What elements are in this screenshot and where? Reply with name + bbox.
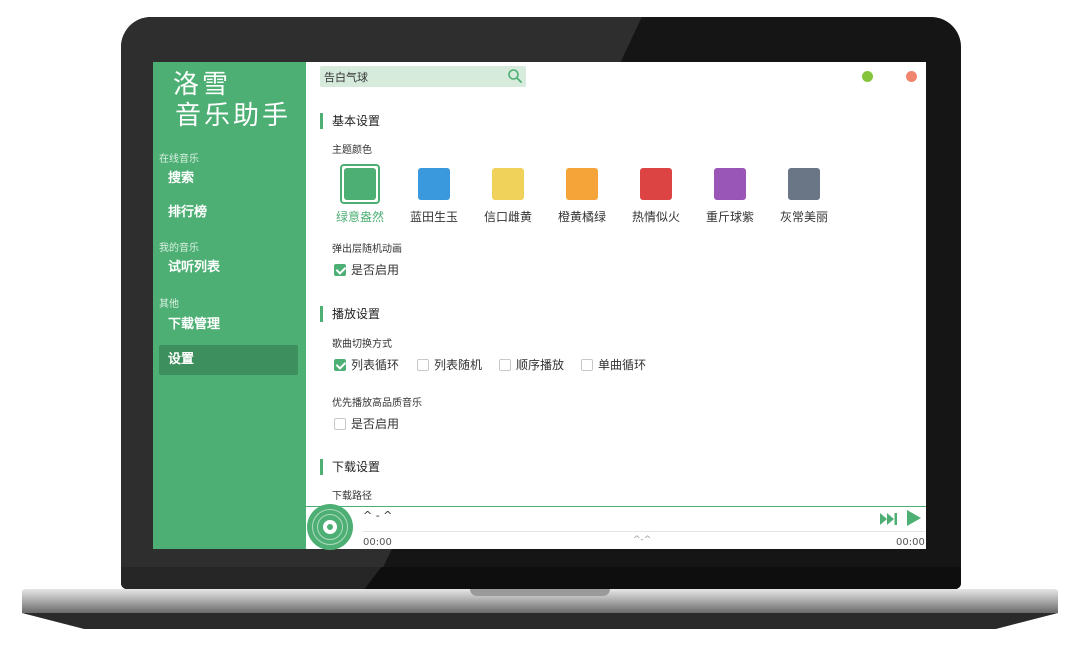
high-quality-label: 优先播放高品质音乐 <box>332 398 422 409</box>
checkbox-box <box>417 359 429 371</box>
theme-name: 橙黄橘绿 <box>557 210 606 224</box>
track-title: ^ - ^ <box>363 509 393 522</box>
high-quality-checkbox[interactable]: 是否启用 <box>334 415 399 433</box>
theme-chip <box>492 168 524 200</box>
laptop-base-notch <box>470 589 610 596</box>
theme-swatch-yellow[interactable]: 信口雌黄 <box>472 166 544 226</box>
theme-name: 蓝田生玉 <box>409 210 458 224</box>
progress-text: ^-^ <box>633 535 652 545</box>
theme-swatch-red[interactable]: 热情似火 <box>620 166 692 226</box>
checkbox-box <box>499 359 511 371</box>
close-button[interactable] <box>906 71 917 82</box>
search-input[interactable] <box>320 66 500 87</box>
checkbox-label: 顺序播放 <box>516 358 565 372</box>
mode-list-random[interactable]: 列表随机 <box>417 356 482 374</box>
theme-name: 信口雌黄 <box>483 210 532 224</box>
theme-chip <box>714 168 746 200</box>
current-time: 00:00 <box>363 537 392 548</box>
app-window: 洛雪 音乐助手 在线音乐 搜索 排行榜 我的音乐 试听列表 其他 下载管理 设置… <box>153 62 926 549</box>
theme-name: 重斤球紫 <box>705 210 754 224</box>
search-bar <box>320 66 526 87</box>
popup-animation-checkbox[interactable]: 是否启用 <box>334 261 399 279</box>
popup-animation-label: 弹出层随机动画 <box>332 244 402 255</box>
disc-hub <box>323 520 337 534</box>
sidebar-item-settings[interactable]: 设置 <box>159 345 298 375</box>
logo-line-1: 洛雪 <box>173 70 232 100</box>
nav-group-online-music: 在线音乐 <box>159 154 199 165</box>
minimize-button[interactable] <box>862 71 873 82</box>
sidebar-item-leaderboard[interactable]: 排行榜 <box>159 198 298 228</box>
mode-sequential[interactable]: 顺序播放 <box>499 356 564 374</box>
nav-group-my-music: 我的音乐 <box>159 243 199 254</box>
theme-chip <box>788 168 820 200</box>
theme-name: 热情似火 <box>631 210 680 224</box>
theme-chip <box>640 168 672 200</box>
app-logo: 洛雪 音乐助手 <box>173 70 291 132</box>
mode-single-loop[interactable]: 单曲循环 <box>581 356 646 374</box>
nav-group-other: 其他 <box>159 299 179 310</box>
checkbox-box <box>581 359 593 371</box>
next-track-icon[interactable] <box>880 512 898 526</box>
theme-swatch-orange[interactable]: 橙黄橘绿 <box>546 166 618 226</box>
mode-list-loop[interactable]: 列表循环 <box>334 356 399 374</box>
theme-swatch-blue[interactable]: 蓝田生玉 <box>398 166 470 226</box>
settings-panel: 基本设置 主题颜色 绿意盎然 蓝田生玉 信口雌黄 橙黄橘绿 热情似火 重斤球紫 <box>306 62 926 506</box>
theme-swatch-gray[interactable]: 灰常美丽 <box>768 166 840 226</box>
total-time: 00:00 <box>896 537 925 548</box>
player-bar <box>306 506 926 549</box>
theme-chip <box>566 168 598 200</box>
theme-name: 灰常美丽 <box>779 210 828 224</box>
sidebar-item-download-manager[interactable]: 下载管理 <box>159 310 298 340</box>
section-title-basic: 基本设置 <box>320 113 380 129</box>
album-disc-icon[interactable] <box>307 504 353 550</box>
checkbox-box <box>334 264 346 276</box>
checkbox-box <box>334 359 346 371</box>
theme-color-label: 主题颜色 <box>332 145 372 156</box>
logo-line-2: 音乐助手 <box>175 101 292 131</box>
checkbox-label: 是否启用 <box>351 263 400 277</box>
theme-chip <box>418 168 450 200</box>
sidebar: 洛雪 音乐助手 在线音乐 搜索 排行榜 我的音乐 试听列表 其他 下载管理 设置 <box>153 62 306 549</box>
section-title-download: 下载设置 <box>320 459 380 475</box>
theme-name: 绿意盎然 <box>335 210 384 224</box>
checkbox-label: 单曲循环 <box>598 358 647 372</box>
play-icon[interactable] <box>906 509 922 527</box>
theme-swatch-purple[interactable]: 重斤球紫 <box>694 166 766 226</box>
sidebar-item-search[interactable]: 搜索 <box>159 164 298 194</box>
search-icon[interactable] <box>507 68 523 84</box>
checkbox-label: 列表随机 <box>434 358 483 372</box>
checkbox-box <box>334 418 346 430</box>
sidebar-item-play-list[interactable]: 试听列表 <box>159 253 298 283</box>
checkbox-label: 是否启用 <box>351 417 400 431</box>
theme-swatch-green[interactable]: 绿意盎然 <box>324 164 396 226</box>
progress-bar[interactable] <box>363 531 925 532</box>
theme-chip <box>344 168 376 200</box>
switch-mode-label: 歌曲切换方式 <box>332 339 392 350</box>
section-title-playback: 播放设置 <box>320 306 380 322</box>
checkbox-label: 列表循环 <box>351 358 400 372</box>
laptop-base-bottom <box>22 613 1058 629</box>
download-path-label: 下载路径 <box>332 491 372 502</box>
